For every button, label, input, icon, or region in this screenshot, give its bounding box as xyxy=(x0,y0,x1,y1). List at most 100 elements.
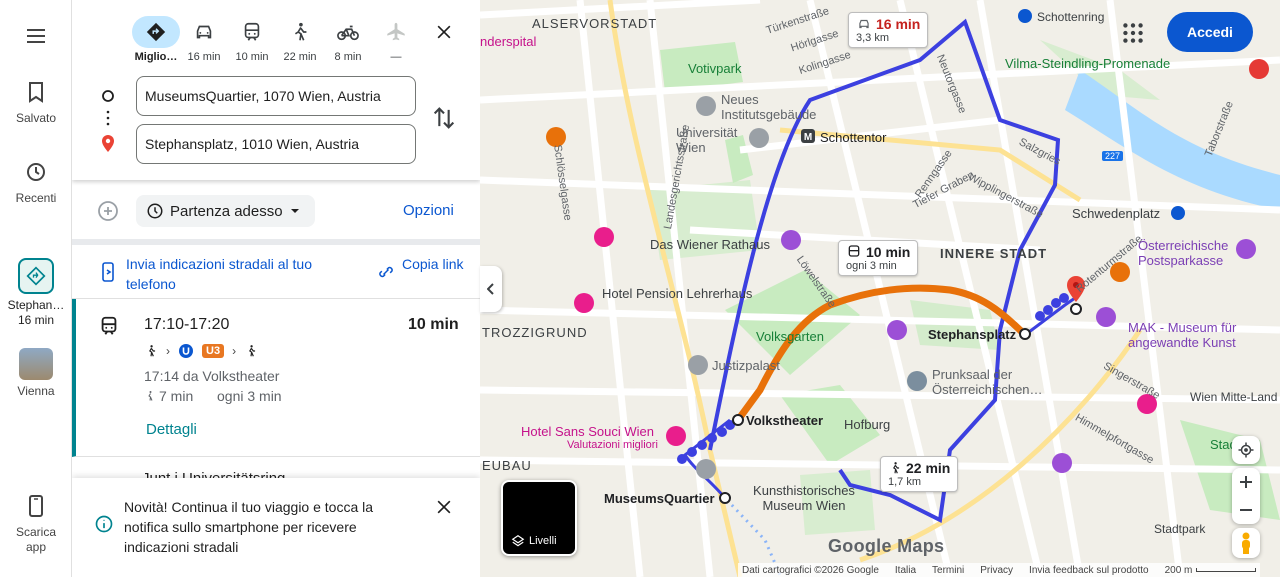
map-label-khm: Kunsthistorisches Museum Wien xyxy=(753,483,855,513)
left-rail: Salvato Recenti Stephan… 16 min Vienna S… xyxy=(0,0,72,577)
footer-copyright: Dati cartografici ©2026 Google xyxy=(742,564,879,576)
footer-privacy[interactable]: Privacy xyxy=(980,565,1013,576)
route-time: 16 min xyxy=(17,313,55,327)
origin-marker xyxy=(719,492,731,504)
layers-label: Livelli xyxy=(529,535,557,547)
close-icon xyxy=(437,25,451,39)
menu-button[interactable] xyxy=(0,24,72,51)
directions-panel: Miglio… 16 min 10 min 22 min 8 min — Mus… xyxy=(72,0,480,577)
collapse-panel-button[interactable] xyxy=(480,266,502,312)
options-link[interactable]: Opzioni xyxy=(403,202,454,219)
map-label-hotel-pension: Hotel Pension Lehrerhaus xyxy=(602,286,753,301)
details-link[interactable]: Dettagli xyxy=(146,421,197,438)
close-icon[interactable] xyxy=(434,497,454,517)
footer-scale-label: 200 m xyxy=(1164,564,1193,576)
mode-transit[interactable]: 10 min xyxy=(228,16,276,63)
zoom-controls xyxy=(1232,468,1260,524)
directions-header: Miglio… 16 min 10 min 22 min 8 min — Mus… xyxy=(72,0,480,180)
vienna-button[interactable]: Vienna xyxy=(0,348,72,399)
mode-flight-label: — xyxy=(390,51,402,63)
mode-transit-label: 10 min xyxy=(235,51,269,63)
walk-icon xyxy=(893,462,900,474)
transit-route-freq: ogni 3 min xyxy=(846,260,897,272)
info-icon xyxy=(95,515,113,533)
map-label-schottentor: Schottentor xyxy=(820,130,887,145)
car-route-box[interactable]: 16 min 3,3 km xyxy=(848,12,929,48)
link-icon xyxy=(379,266,393,278)
bookmark-icon xyxy=(29,82,43,103)
map-label-hotel-sans-souci: Hotel Sans Souci Wien xyxy=(521,424,654,439)
download-app-button[interactable]: Scarica app xyxy=(0,494,72,555)
map-label-alservorstadt: ALSERVORSTADT xyxy=(532,16,658,31)
map-label-stephansplatz: Stephansplatz xyxy=(928,327,1017,342)
my-location-button[interactable] xyxy=(1232,436,1260,464)
copy-link[interactable]: Copia link xyxy=(402,254,472,274)
layers-button[interactable]: Livelli xyxy=(501,480,577,556)
mode-car-label: 16 min xyxy=(187,51,221,63)
mode-best[interactable]: Miglio… xyxy=(132,16,180,63)
map-label-strozzigrund: TROZZIGRUND xyxy=(482,325,588,340)
mode-flight[interactable]: — xyxy=(372,16,420,63)
step-chevron-icon: › xyxy=(232,344,237,358)
origin-input[interactable]: MuseumsQuartier, 1070 Wien, Austria xyxy=(136,76,416,116)
destination-input[interactable]: Stephansplatz, 1010 Wien, Austria xyxy=(136,124,416,164)
swap-icon[interactable] xyxy=(430,104,458,132)
svg-text:M: M xyxy=(804,132,812,143)
footer-scale[interactable]: 200 m xyxy=(1165,565,1257,576)
map-label-neues-institut: Neues Institutsgebäude xyxy=(721,92,817,122)
apps-grid-icon[interactable] xyxy=(1120,20,1146,46)
walk-icon xyxy=(249,345,256,357)
directions-icon xyxy=(26,266,46,286)
ubahn-icon xyxy=(179,344,193,358)
chevron-left-icon xyxy=(487,283,494,295)
map-label-innere-stadt: INNERE STADT xyxy=(940,246,1048,261)
pegman-button[interactable] xyxy=(1232,528,1260,558)
route-card[interactable]: 17:10-17:20 10 min › U3 › 17:14 da Volks… xyxy=(72,299,480,457)
mode-walk-label: 22 min xyxy=(283,51,317,63)
signin-button[interactable]: Accedi xyxy=(1167,12,1253,52)
vienna-label: Vienna xyxy=(17,384,55,398)
mode-bike[interactable]: 8 min xyxy=(324,16,372,63)
route-walk-time: 7 min xyxy=(159,388,194,404)
map-label-schottenring: Schottenring xyxy=(1037,10,1105,24)
saved-label: Salvato xyxy=(15,111,57,125)
current-route-button[interactable]: Stephan… 16 min xyxy=(0,258,72,328)
zoom-in-icon[interactable] xyxy=(1239,475,1253,489)
menu-icon xyxy=(27,29,45,43)
route-time-range: 17:10-17:20 xyxy=(144,316,230,333)
mode-walk[interactable]: 22 min xyxy=(276,16,324,63)
notification-toast: Novità! Continua il tuo viaggio e tocca … xyxy=(72,478,480,577)
recent-button[interactable]: Recenti xyxy=(0,160,72,206)
map-label-museumsquartier: MuseumsQuartier xyxy=(604,491,715,506)
scale-bar xyxy=(1196,568,1257,572)
footer-feedback[interactable]: Invia feedback sul prodotto xyxy=(1029,565,1149,576)
map-label-schwedenplatz: Schwedenplatz xyxy=(1072,206,1161,221)
zoom-out-icon[interactable] xyxy=(1239,503,1253,517)
transit-route-box[interactable]: 10 min ogni 3 min xyxy=(838,240,919,276)
my-location-icon xyxy=(1238,442,1254,458)
download-label: Scarica app xyxy=(15,525,56,554)
map-canvas[interactable]: M ALSERVORSTADT INNERE STADT TROZZIGRUND… xyxy=(480,0,1280,577)
route-steps: › U3 › xyxy=(144,343,258,359)
map-label-neubau: EUBAU xyxy=(482,458,532,473)
add-stop-icon[interactable] xyxy=(96,199,120,223)
car-route-dist: 3,3 km xyxy=(856,32,890,44)
footer-country[interactable]: Italia xyxy=(895,565,916,576)
saved-button[interactable]: Salvato xyxy=(0,80,72,126)
close-directions-button[interactable] xyxy=(428,16,460,48)
walk-icon xyxy=(294,22,307,41)
phone-icon xyxy=(29,495,43,517)
walk-icon xyxy=(148,391,153,401)
map-label-volkstheater: Volkstheater xyxy=(746,413,824,428)
directions-badge xyxy=(18,258,54,294)
send-to-phone-link[interactable]: Invia indicazioni stradali al tuo telefo… xyxy=(126,254,346,294)
mode-car[interactable]: 16 min xyxy=(180,16,228,63)
map-label-mak: MAK - Museum für angewandte Kunst xyxy=(1128,320,1237,350)
transit-icon xyxy=(101,316,117,335)
walk-route-box[interactable]: 22 min 1,7 km xyxy=(880,456,959,492)
map-label-votivpark: Votivpark xyxy=(688,61,742,76)
destination-dot xyxy=(1070,303,1082,315)
departure-dropdown[interactable]: Partenza adesso xyxy=(136,195,315,227)
walk-route-time: 22 min xyxy=(906,460,951,476)
footer-terms[interactable]: Termini xyxy=(932,565,964,576)
